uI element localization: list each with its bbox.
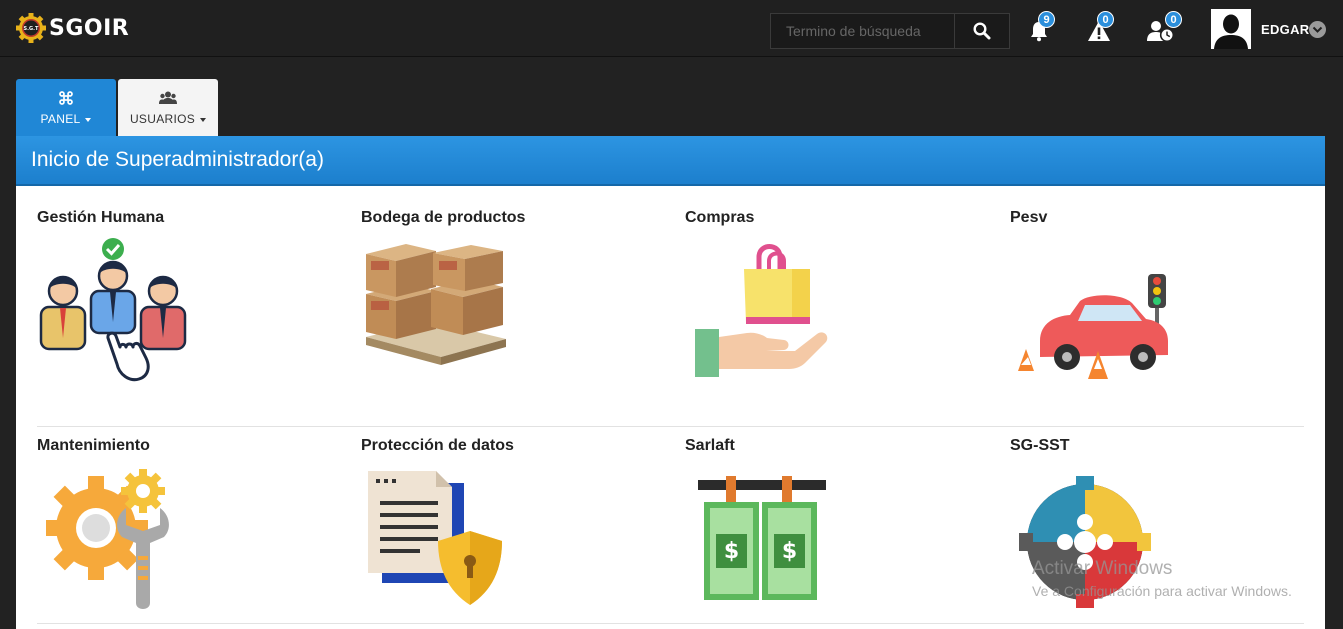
gear-logo-icon: S.G.T — [16, 13, 46, 43]
windows-activation-title: Activar Windows — [1032, 558, 1173, 579]
tab-panel[interactable]: PANEL — [16, 79, 116, 136]
user-name[interactable]: EDGAR — [1261, 22, 1309, 37]
gear-wrench-icon[interactable] — [46, 463, 181, 613]
chevron-down-icon — [1312, 26, 1323, 33]
module-title-bodega[interactable]: Bodega de productos — [361, 209, 525, 227]
logo-badge-text: S.G.T — [24, 26, 40, 32]
search-box — [770, 13, 1010, 49]
tab-usuarios[interactable]: USUARIOS — [118, 79, 218, 136]
module-title-sarlaft[interactable]: Sarlaft — [685, 437, 735, 455]
windows-activation-subtitle: Ve a Configuración para activar Windows. — [1032, 583, 1292, 599]
users-icon — [159, 91, 177, 104]
document-shield-icon[interactable] — [366, 469, 506, 609]
module-title-pesv[interactable]: Pesv — [1010, 209, 1047, 227]
search-input[interactable] — [771, 14, 954, 48]
boxes-pallet-icon[interactable] — [361, 239, 513, 369]
notification-count-badge: 9 — [1038, 11, 1055, 28]
svg-text:$: $ — [782, 539, 797, 564]
module-title-mantenimiento[interactable]: Mantenimiento — [37, 437, 150, 455]
shopping-bag-hand-icon[interactable] — [692, 239, 832, 379]
command-icon — [59, 91, 73, 105]
alert-count-badge: 0 — [1097, 11, 1114, 28]
svg-text:$: $ — [724, 539, 739, 564]
alerts-button[interactable]: 0 — [1087, 11, 1117, 46]
tab-panel-label: PANEL — [40, 112, 81, 126]
panel-header: Inicio de Superadministrador(a) — [16, 136, 1325, 186]
pending-users-button[interactable]: 0 — [1147, 11, 1182, 46]
user-menu-toggle[interactable] — [1309, 21, 1326, 38]
caret-down-icon — [85, 117, 92, 122]
money-laundering-icon[interactable]: $ $ — [696, 476, 828, 604]
notifications-button[interactable]: 9 — [1028, 11, 1058, 46]
pending-count-badge: 0 — [1165, 11, 1182, 28]
page-title: Inicio de Superadministrador(a) — [31, 148, 324, 171]
brand-logo[interactable]: S.G.T SGOIR — [16, 13, 129, 43]
user-silhouette-icon — [1211, 9, 1251, 49]
row-divider — [37, 623, 1304, 624]
brand-name: SGOIR — [49, 15, 130, 41]
module-title-compras[interactable]: Compras — [685, 209, 754, 227]
row-divider — [37, 426, 1304, 427]
dashboard-panel: Inicio de Superadministrador(a) Gestión … — [16, 136, 1325, 629]
module-title-proteccion-datos[interactable]: Protección de datos — [361, 437, 514, 455]
team-selection-icon[interactable] — [36, 234, 188, 386]
module-title-gestion-humana[interactable]: Gestión Humana — [37, 209, 164, 227]
search-button[interactable] — [954, 14, 1009, 48]
car-traffic-icon[interactable] — [1010, 271, 1190, 386]
top-bar: S.G.T SGOIR 9 0 — [0, 0, 1343, 57]
avatar[interactable] — [1211, 9, 1251, 49]
tab-usuarios-label: USUARIOS — [129, 112, 196, 126]
caret-down-icon — [200, 117, 207, 122]
module-title-sg-sst[interactable]: SG-SST — [1010, 437, 1070, 455]
search-icon — [973, 22, 991, 40]
